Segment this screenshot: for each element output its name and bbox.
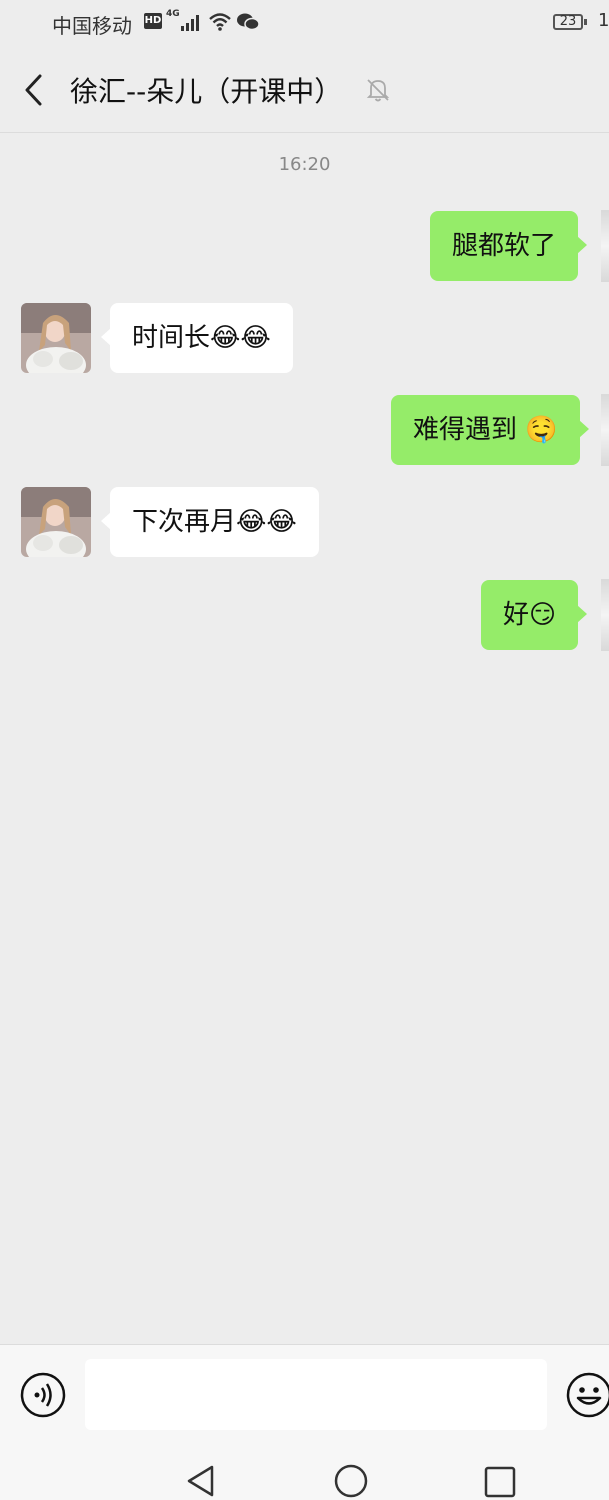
carrier-label: 中国移动 <box>52 14 132 38</box>
wifi-icon <box>209 13 231 31</box>
message-bubble-outgoing[interactable]: 好😏 <box>481 580 588 650</box>
message-text: 难得遇到 <box>413 415 518 445</box>
message-emoji: 😂😂 <box>210 323 271 353</box>
clock-fragment: 1 <box>598 10 609 31</box>
message-input[interactable] <box>85 1359 547 1430</box>
input-bar <box>0 1344 609 1445</box>
avatar-image <box>21 487 91 557</box>
mute-bell-icon <box>366 79 390 102</box>
message-bubble-outgoing[interactable]: 难得遇到 🤤 <box>391 395 589 465</box>
message-text: 腿都软了 <box>452 231 557 261</box>
message-text: 下次再月 <box>132 507 237 537</box>
system-nav-bar <box>0 1444 609 1500</box>
time-separator: 16:20 <box>278 154 331 175</box>
message-bubble-incoming[interactable]: 时间长😂😂 <box>101 303 293 373</box>
nav-back-icon[interactable] <box>184 1464 218 1498</box>
message-bubble-incoming[interactable]: 下次再月😂😂 <box>101 487 319 557</box>
avatar[interactable] <box>21 487 91 557</box>
avatar[interactable] <box>21 303 91 373</box>
message-emoji: 😂😂 <box>236 507 297 537</box>
message-emoji: 🤤 <box>525 415 558 445</box>
network-type: 4G <box>166 9 180 19</box>
chat-title: 徐汇--朵儿（开课中） <box>70 75 343 108</box>
nav-recent-apps-icon[interactable] <box>484 1466 516 1498</box>
status-bar: 中国移动 HD 4G 23 1 <box>0 0 609 48</box>
voice-input-icon[interactable] <box>19 1371 67 1419</box>
nav-home-icon[interactable] <box>334 1464 368 1498</box>
self-avatar-edge <box>601 394 609 466</box>
emoji-icon[interactable] <box>565 1371 609 1419</box>
battery-indicator: 23 <box>553 14 583 30</box>
self-avatar-edge <box>601 579 609 651</box>
wechat-notification-icon <box>237 13 260 31</box>
message-text: 好 <box>503 600 530 630</box>
self-avatar-edge <box>601 210 609 282</box>
avatar-image <box>21 303 91 373</box>
message-bubble-outgoing[interactable]: 腿都软了 <box>430 211 588 281</box>
message-text: 时间长 <box>132 323 211 353</box>
message-emoji: 😏 <box>529 600 557 630</box>
back-arrow-icon[interactable] <box>20 72 46 108</box>
signal-icon <box>181 15 199 31</box>
hd-badge: HD <box>144 13 162 29</box>
battery-tip <box>584 19 587 25</box>
chat-header: 徐汇--朵儿（开课中） <box>0 48 609 133</box>
